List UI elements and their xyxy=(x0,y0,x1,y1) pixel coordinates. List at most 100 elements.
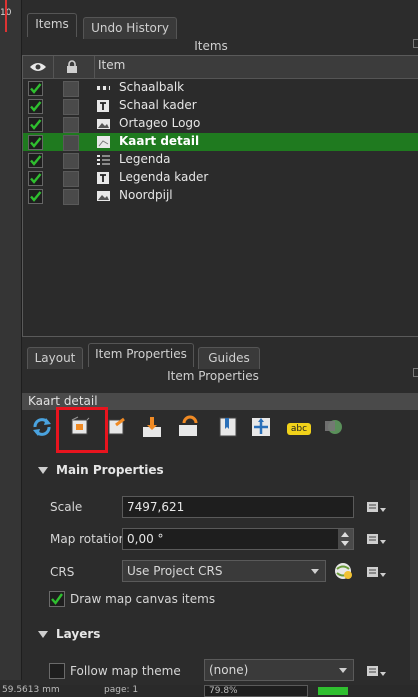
tab-layout[interactable]: Layout xyxy=(27,347,83,369)
item-row[interactable]: Kaart detail xyxy=(23,133,418,151)
checkmark-icon xyxy=(51,593,63,605)
lock-checkbox[interactable] xyxy=(63,99,79,115)
items-header: Item xyxy=(23,56,418,79)
draw-canvas-items-label[interactable]: Draw map canvas items xyxy=(70,592,215,606)
follow-map-theme-checkbox[interactable] xyxy=(49,663,65,679)
set-scale-button[interactable] xyxy=(176,415,202,441)
item-name-label: Kaart detail xyxy=(28,394,98,408)
bookmark-icon xyxy=(219,417,237,437)
visibility-checkbox[interactable] xyxy=(28,153,43,168)
visibility-checkbox[interactable] xyxy=(28,81,43,96)
lock-checkbox[interactable] xyxy=(63,117,79,133)
checkmark-icon xyxy=(30,83,42,94)
follow-map-theme-label[interactable]: Follow map theme xyxy=(70,664,181,678)
view-extent-icon xyxy=(108,417,125,435)
labeling-settings-button[interactable]: abc xyxy=(287,415,313,441)
scale-data-defined-button[interactable] xyxy=(365,499,387,515)
lock-checkbox[interactable] xyxy=(63,153,79,169)
map-extent-icon xyxy=(71,416,90,435)
item-label: Schaalbalk xyxy=(119,80,185,94)
rotation-spinner[interactable] xyxy=(338,529,353,549)
crs-select[interactable]: Use Project CRS xyxy=(122,560,326,582)
set-map-extent-button[interactable] xyxy=(68,415,94,441)
data-defined-icon xyxy=(367,666,386,676)
properties-scrollbar[interactable] xyxy=(410,480,418,680)
vertical-ruler: 10 xyxy=(0,0,22,680)
scale-input[interactable]: 7497,621 xyxy=(122,496,354,518)
layers-section-title[interactable]: Layers xyxy=(56,627,100,641)
clip-icon xyxy=(325,420,342,434)
tab-guides[interactable]: Guides xyxy=(198,347,260,369)
spin-down-icon[interactable] xyxy=(341,541,349,546)
globe-icon xyxy=(335,563,352,579)
theme-data-defined-button[interactable] xyxy=(365,663,387,679)
bookmarks-button[interactable] xyxy=(216,415,242,441)
view-extent-in-map-button[interactable] xyxy=(104,415,130,441)
chevron-down-icon xyxy=(311,569,319,574)
bookmark-scale-icon xyxy=(143,417,161,437)
lock-icon xyxy=(67,60,77,73)
crs-selector-button[interactable] xyxy=(332,560,354,582)
map-rotation-input[interactable]: 0,00 ° xyxy=(122,528,354,550)
set-scale-from-atlas-button[interactable] xyxy=(140,415,166,441)
crs-label: CRS xyxy=(50,565,75,579)
refresh-preview-button[interactable] xyxy=(30,415,56,441)
lock-checkbox[interactable] xyxy=(63,189,79,205)
rotation-data-defined-button[interactable] xyxy=(365,531,387,547)
crs-select-value: Use Project CRS xyxy=(127,564,223,578)
lock-checkbox[interactable] xyxy=(63,81,79,97)
move-content-button[interactable] xyxy=(249,415,275,441)
crs-data-defined-button[interactable] xyxy=(365,564,387,580)
clipping-settings-button[interactable] xyxy=(322,415,348,441)
zoom-slider[interactable] xyxy=(318,687,348,695)
scale-label: Scale xyxy=(50,500,83,514)
spin-up-icon[interactable] xyxy=(341,532,349,537)
visibility-checkbox[interactable] xyxy=(28,135,43,150)
checkmark-icon xyxy=(30,137,42,148)
items-tree[interactable]: Item Schaalbalk Schaal kader Ortageo Logo K… xyxy=(22,55,418,337)
scalebar-icon xyxy=(97,82,110,94)
item-label: Schaal kader xyxy=(119,98,197,112)
visibility-checkbox[interactable] xyxy=(28,189,43,204)
label-icon xyxy=(97,172,110,184)
picture-icon xyxy=(97,190,110,202)
item-row[interactable]: Ortageo Logo xyxy=(23,115,418,133)
tab-items[interactable]: Items xyxy=(27,13,77,37)
item-label: Ortageo Logo xyxy=(119,116,201,130)
item-label: Legenda kader xyxy=(119,170,209,184)
zoom-level-select[interactable]: 79.8% xyxy=(204,685,308,697)
item-column-header[interactable]: Item xyxy=(98,58,125,72)
visibility-checkbox[interactable] xyxy=(28,99,43,114)
tab-undo-history[interactable]: Undo History xyxy=(83,17,177,39)
map-theme-select[interactable]: (none) xyxy=(204,659,354,681)
collapse-main-properties-icon[interactable] xyxy=(38,467,48,474)
map-rotation-label: Map rotation xyxy=(50,532,127,546)
item-row[interactable]: Legenda xyxy=(23,151,418,169)
draw-canvas-items-checkbox[interactable] xyxy=(49,591,65,607)
checkmark-icon xyxy=(30,173,42,184)
visibility-column-header[interactable] xyxy=(23,56,54,78)
visibility-checkbox[interactable] xyxy=(28,117,43,132)
label-badge-icon: abc xyxy=(287,423,311,435)
chevron-down-icon xyxy=(339,668,347,673)
collapse-layers-icon[interactable] xyxy=(38,631,48,638)
lock-checkbox[interactable] xyxy=(63,135,79,151)
visibility-checkbox[interactable] xyxy=(28,171,43,186)
map-icon xyxy=(97,136,110,148)
scale-icon xyxy=(179,415,198,436)
lock-column-header[interactable] xyxy=(54,56,95,78)
item-row[interactable]: Legenda kader xyxy=(23,169,418,187)
lock-checkbox[interactable] xyxy=(63,171,79,187)
checkmark-icon xyxy=(30,119,42,130)
item-row[interactable]: Noordpijl xyxy=(23,187,418,205)
panel-float-icon[interactable] xyxy=(413,39,418,48)
data-defined-icon xyxy=(367,502,386,512)
tab-item-properties[interactable]: Item Properties xyxy=(88,343,194,367)
ruler-position-marker xyxy=(5,0,7,32)
item-label: Kaart detail xyxy=(119,134,200,148)
item-label: Legenda xyxy=(119,152,171,166)
main-properties-section-title[interactable]: Main Properties xyxy=(56,463,164,477)
item-row[interactable]: Schaalbalk xyxy=(23,79,418,97)
item-row[interactable]: Schaal kader xyxy=(23,97,418,115)
properties-float-icon[interactable] xyxy=(413,368,418,377)
